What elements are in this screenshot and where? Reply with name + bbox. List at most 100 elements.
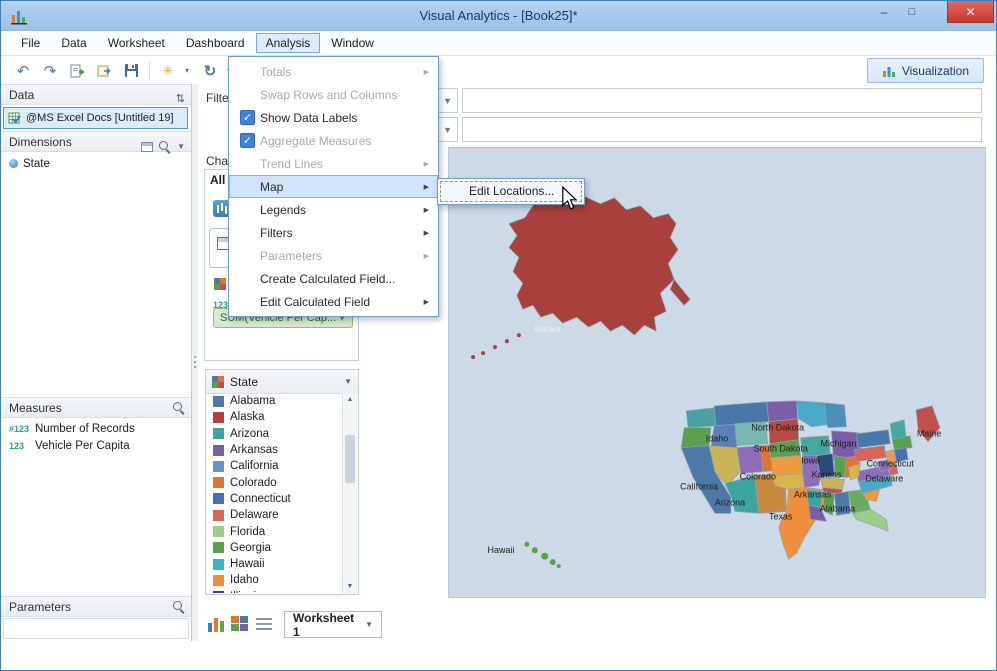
legend-item-colorado[interactable]: Colorado — [207, 474, 343, 490]
search-icon[interactable] — [159, 140, 171, 153]
map-label-arizona: Arizona — [715, 497, 745, 507]
map-label-michigan: Michigan — [821, 439, 857, 449]
legend-label: Arizona — [230, 427, 269, 440]
legend-item-arkansas[interactable]: Arkansas — [207, 442, 343, 458]
legend-item-alabama[interactable]: Alabama — [207, 393, 343, 409]
legend-item-idaho[interactable]: Idaho — [207, 572, 343, 588]
measure-number-of-records[interactable]: #123 Number of Records — [1, 420, 191, 437]
worksheet-tab[interactable]: Worksheet 1 ▼ — [284, 611, 382, 639]
new-worksheet-icon[interactable] — [67, 61, 87, 81]
refresh-icon[interactable]: ↻ — [200, 61, 220, 81]
legend-item-georgia[interactable]: Georgia — [207, 540, 343, 556]
analysis-menu-item-aggregate-measures[interactable]: ✓ Aggregate Measures — [229, 129, 438, 152]
menu-window[interactable]: Window — [321, 33, 384, 53]
color-swatch — [213, 558, 224, 570]
state-shape-florida[interactable] — [851, 509, 889, 532]
features-dropdown-icon[interactable]: ▾ — [185, 66, 193, 75]
legend-item-alaska[interactable]: Alaska — [207, 409, 343, 425]
analysis-menu-item-trend-lines[interactable]: Trend Lines ▶ — [229, 152, 438, 175]
search-icon[interactable] — [173, 402, 185, 414]
legend-scrollbar[interactable]: ▲ ▼ — [342, 393, 357, 593]
visualization-button[interactable]: Visualization — [866, 58, 984, 83]
map-label-hawaii: Hawaii — [488, 545, 515, 555]
scroll-down-icon[interactable]: ▼ — [343, 580, 357, 593]
analysis-menu-item-edit-calculated-field[interactable]: Edit Calculated Field ▶ — [229, 290, 438, 313]
save-icon[interactable] — [121, 61, 141, 81]
state-shape-alaska-tail[interactable] — [669, 278, 691, 306]
maximize-button[interactable]: □ — [898, 1, 926, 23]
color-legend-icon[interactable] — [214, 278, 226, 290]
dimension-state[interactable]: State — [1, 155, 191, 172]
datasource-item[interactable]: @MS Excel Docs [Untitled 19] — [3, 107, 188, 129]
minimize-button[interactable]: – — [870, 1, 898, 23]
measure-vehicle-per-capita[interactable]: 123 Vehicle Per Capita — [1, 437, 191, 454]
scroll-up-icon[interactable]: ▲ — [343, 393, 357, 406]
state-shape-north-dakota[interactable] — [766, 400, 799, 423]
map-label-connecticut: Connecticut — [867, 459, 915, 469]
chevron-down-icon[interactable]: ▼ — [344, 377, 352, 386]
analysis-menu-item-totals[interactable]: Totals ▶ — [229, 60, 438, 83]
chevron-down-icon[interactable]: ▼ — [177, 136, 185, 157]
state-shape[interactable] — [889, 419, 907, 441]
open-icon[interactable] — [94, 61, 114, 81]
submenu-arrow-icon: ▶ — [423, 183, 429, 191]
state-shape[interactable] — [855, 429, 891, 449]
close-button[interactable]: ✕ — [947, 1, 994, 23]
analysis-menu-item-swap-rows-and-columns[interactable]: Swap Rows and Columns — [229, 83, 438, 106]
rows-shelf[interactable] — [462, 117, 982, 142]
menu-dashboard[interactable]: Dashboard — [176, 33, 255, 53]
legend-item-connecticut[interactable]: Connecticut — [207, 491, 343, 507]
title-bar: Visual Analytics - [Book25]* – □ ✕ — [1, 1, 996, 31]
chevron-down-icon[interactable]: ▼ — [365, 620, 373, 629]
analysis-menu-item-map[interactable]: Map ▶ — [229, 175, 438, 198]
state-shape-hawaii[interactable] — [524, 541, 530, 547]
map-label-arkansas: Arkansas — [794, 489, 832, 499]
legend-item-arizona[interactable]: Arizona — [207, 426, 343, 442]
legend-item-delaware[interactable]: Delaware — [207, 507, 343, 523]
redo-icon[interactable]: ↷ — [40, 61, 60, 81]
scrollbar-thumb[interactable] — [345, 435, 355, 483]
us-map[interactable] — [471, 193, 941, 569]
features-icon[interactable]: ✳ — [158, 61, 178, 81]
legend-label: Georgia — [230, 541, 271, 554]
map-visualization[interactable]: Alaska Hawaii Idaho North Dakota South Dakot… — [448, 147, 986, 598]
state-shape[interactable] — [824, 402, 847, 429]
legend-item-california[interactable]: California — [207, 458, 343, 474]
new-worksheet-tab-icon[interactable] — [207, 616, 225, 632]
legend-item-hawaii[interactable]: Hawaii — [207, 556, 343, 572]
legend-label: Arkansas — [230, 444, 278, 457]
submenu-arrow-icon: ▶ — [423, 160, 429, 168]
new-dashboard-icon[interactable] — [231, 616, 249, 632]
color-swatch — [213, 509, 224, 521]
menu-item-label: Show Data Labels — [260, 110, 358, 125]
state-color-legend: State ▼ Alabama Alaska Arizona Arkansas Cali… — [205, 369, 359, 595]
analysis-menu-item-filters[interactable]: Filters ▶ — [229, 221, 438, 244]
analysis-menu-item-legends[interactable]: Legends ▶ — [229, 198, 438, 221]
dimensions-list: State — [1, 155, 191, 172]
map-label-south-dakota: South Dakota — [754, 444, 808, 454]
columns-shelf[interactable] — [462, 88, 982, 113]
menu-analysis[interactable]: Analysis — [255, 33, 321, 53]
analysis-menu-item-create-calculated-field[interactable]: Create Calculated Field... — [229, 267, 438, 290]
menu-item-label: Edit Calculated Field — [260, 294, 371, 309]
search-icon[interactable] — [173, 601, 185, 613]
chevron-down-icon[interactable]: ▼ — [443, 125, 452, 135]
dimensions-header: Dimensions ▼ — [1, 131, 191, 152]
legend-header[interactable]: State ▼ — [206, 370, 358, 394]
state-shape-alaska[interactable] — [508, 193, 679, 336]
state-shape[interactable] — [685, 407, 717, 429]
menu-data[interactable]: Data — [51, 33, 96, 53]
legend-item-illinois[interactable]: Illinois — [207, 589, 343, 593]
analysis-menu-item-parameters[interactable]: Parameters ▶ — [229, 244, 438, 267]
undo-icon[interactable]: ↶ — [13, 61, 33, 81]
panel-splitter[interactable] — [192, 84, 198, 641]
checkbox-checked-icon: ✓ — [240, 110, 255, 125]
view-data-icon[interactable] — [141, 141, 154, 152]
chevron-down-icon[interactable]: ▼ — [443, 96, 452, 106]
show-sheet-list-icon[interactable] — [256, 616, 274, 632]
legend-item-florida[interactable]: Florida — [207, 523, 343, 539]
analysis-menu-item-show-data-labels[interactable]: ✓ Show Data Labels — [229, 106, 438, 129]
menu-file[interactable]: File — [11, 33, 50, 53]
submenu-arrow-icon: ▶ — [423, 252, 429, 260]
menu-worksheet[interactable]: Worksheet — [98, 33, 175, 53]
